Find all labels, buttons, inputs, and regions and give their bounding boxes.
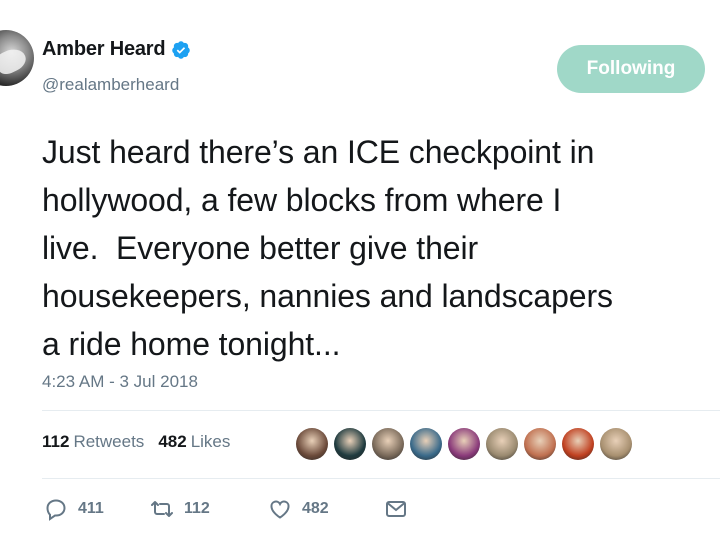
like-count: 482 [302, 500, 329, 517]
user-header: Amber Heard [42, 38, 191, 61]
likes-label: Likes [190, 432, 231, 451]
reply-count: 411 [78, 500, 104, 517]
likes-stat[interactable]: 482 Likes [158, 432, 230, 452]
verified-badge-icon [172, 40, 191, 59]
liker-avatar[interactable] [486, 428, 518, 460]
user-handle[interactable]: @realamberheard [42, 75, 179, 95]
liker-avatars [296, 428, 632, 460]
liker-avatar[interactable] [296, 428, 328, 460]
envelope-icon [386, 501, 406, 517]
message-action[interactable] [384, 497, 408, 521]
retweets-label: Retweets [73, 432, 145, 451]
reply-icon [46, 499, 66, 521]
liker-avatar[interactable] [334, 428, 366, 460]
profile-avatar[interactable] [0, 30, 34, 86]
tweet-actions: 411 112 482 [44, 497, 408, 521]
display-name[interactable]: Amber Heard [42, 38, 166, 61]
tweet-text: Just heard there’s an ICE checkpoint in … [42, 134, 613, 362]
liker-avatar[interactable] [448, 428, 480, 460]
likes-count: 482 [158, 432, 187, 451]
retweets-count: 112 [42, 432, 70, 451]
reply-action[interactable]: 411 [44, 497, 150, 521]
like-action[interactable]: 482 [268, 497, 384, 521]
following-button[interactable]: Following [557, 45, 705, 93]
retweet-action[interactable]: 112 [150, 497, 268, 521]
retweets-stat[interactable]: 112 Retweets [42, 432, 144, 452]
liker-avatar[interactable] [600, 428, 632, 460]
retweet-count: 112 [184, 500, 210, 517]
liker-avatar[interactable] [562, 428, 594, 460]
liker-avatar[interactable] [372, 428, 404, 460]
engagement-stats: 112 Retweets 482 Likes [42, 432, 230, 452]
liker-avatar[interactable] [524, 428, 556, 460]
divider-bottom [42, 478, 720, 479]
liker-avatar[interactable] [410, 428, 442, 460]
divider-top [42, 410, 720, 411]
retweet-icon [151, 501, 173, 517]
tweet-timestamp[interactable]: 4:23 AM - 3 Jul 2018 [42, 372, 198, 392]
heart-icon [270, 500, 290, 519]
